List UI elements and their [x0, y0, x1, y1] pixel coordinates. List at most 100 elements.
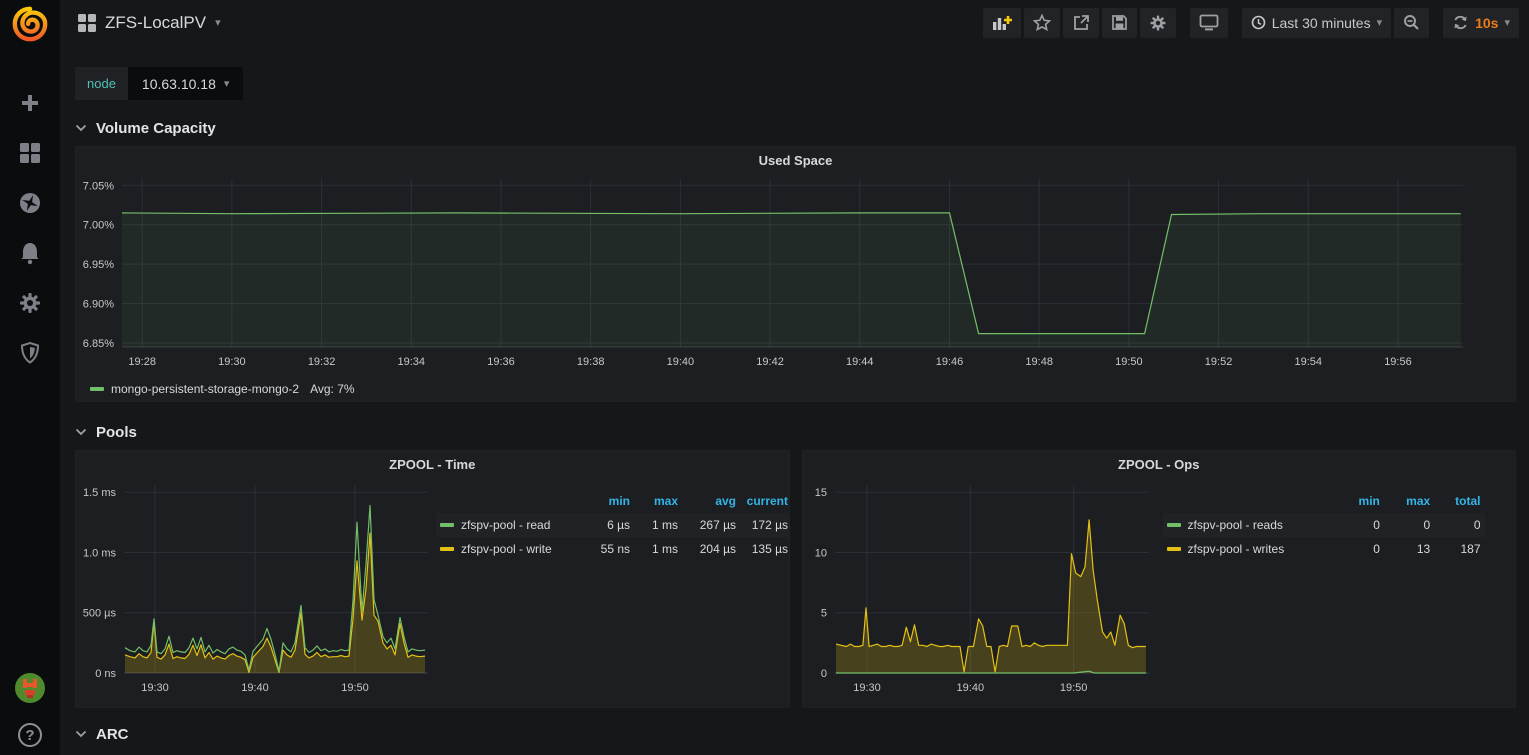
- svg-text:19:48: 19:48: [1025, 356, 1053, 368]
- value-min: 6 µs: [582, 513, 634, 537]
- panel-zpool-ops: ZPOOL - Ops 05101519:3019:4019:50 min ma…: [802, 450, 1517, 708]
- chevron-down-icon: [75, 428, 87, 436]
- panel-title-zpool-time[interactable]: ZPOOL - Time: [76, 451, 789, 475]
- used-space-legend: mongo-persistent-storage-mongo-2 Avg: 7%: [90, 382, 1515, 396]
- node-variable-value: 10.63.10.18: [142, 76, 216, 92]
- sidebar: ?: [0, 0, 60, 755]
- value-avg: 267 µs: [682, 513, 740, 537]
- panel-title-used-space[interactable]: Used Space: [76, 147, 1515, 171]
- template-variables-row: node 10.63.10.18 ▾: [75, 67, 1516, 100]
- panel-used-space: Used Space 6.85%6.90%6.95%7.00%7.05%19:2…: [75, 146, 1516, 402]
- panel-zpool-time: ZPOOL - Time 0 ns 500 µs 1.0 ms 1.5 ms 19:30…: [75, 450, 790, 708]
- svg-text:1.0 ms: 1.0 ms: [83, 547, 117, 559]
- series-name[interactable]: mongo-persistent-storage-mongo-2: [111, 382, 299, 396]
- svg-text:19:30: 19:30: [218, 356, 246, 368]
- value-min: 0: [1334, 513, 1384, 537]
- svg-text:19:32: 19:32: [308, 356, 336, 368]
- section-arc: ARC: [75, 724, 1516, 744]
- refresh-button[interactable]: 10s ▾: [1443, 8, 1519, 38]
- svg-text:1.5 ms: 1.5 ms: [83, 487, 117, 499]
- svg-text:0 ns: 0 ns: [95, 668, 116, 680]
- used-space-chart[interactable]: 6.85%6.90%6.95%7.00%7.05%19:2819:3019:32…: [76, 171, 1497, 373]
- node-variable-selector[interactable]: node 10.63.10.18 ▾: [75, 67, 243, 100]
- dashboard-content: node 10.63.10.18 ▾ Volume Capacity Used …: [60, 45, 1529, 755]
- svg-text:15: 15: [814, 487, 826, 499]
- dashboard-title-button[interactable]: ZFS-LocalPV ▾: [78, 13, 221, 33]
- legend-col-max[interactable]: max: [1384, 491, 1434, 513]
- value-total: 0: [1434, 513, 1484, 537]
- dashboards-icon[interactable]: [17, 140, 43, 166]
- add-panel-button[interactable]: [983, 8, 1021, 38]
- legend-col-avg[interactable]: avg: [682, 491, 740, 513]
- svg-text:19:42: 19:42: [756, 356, 784, 368]
- legend-col-current[interactable]: current: [740, 491, 789, 513]
- svg-text:19:50: 19:50: [1115, 356, 1143, 368]
- refresh-interval-label: 10s: [1475, 15, 1498, 31]
- svg-text:500 µs: 500 µs: [83, 608, 117, 620]
- dashboard-settings-gear-button[interactable]: [1140, 8, 1176, 38]
- zpool-time-chart[interactable]: 0 ns500 µs1.0 ms1.5 ms19:3019:4019:50: [76, 475, 436, 701]
- series-name[interactable]: zfspv-pool - writes: [1188, 542, 1285, 556]
- legend-row-write: zfspv-pool - write 55 ns 1 ms 204 µs 135…: [436, 537, 789, 561]
- section-pools: Pools ZPOOL - Time 0 ns 500 µs 1.0 ms 1.5 m…: [75, 422, 1516, 708]
- legend-col-max[interactable]: max: [634, 491, 682, 513]
- series-swatch: [90, 387, 104, 391]
- series-swatch: [440, 547, 454, 551]
- save-dashboard-button[interactable]: [1102, 8, 1137, 38]
- value-min: 55 ns: [582, 537, 634, 561]
- svg-text:19:50: 19:50: [341, 682, 369, 694]
- series-name[interactable]: zfspv-pool - read: [461, 518, 550, 532]
- svg-text:19:30: 19:30: [853, 682, 881, 694]
- cycle-view-tv-icon[interactable]: [1190, 8, 1228, 38]
- legend-header-row: min max total: [1163, 491, 1485, 513]
- server-admin-shield-icon[interactable]: [17, 340, 43, 366]
- series-name[interactable]: zfspv-pool - write: [461, 542, 552, 556]
- panel-title-zpool-ops[interactable]: ZPOOL - Ops: [803, 451, 1516, 475]
- explore-compass-icon[interactable]: [17, 190, 43, 216]
- chevron-down-icon: [75, 124, 87, 132]
- svg-text:19:28: 19:28: [128, 356, 156, 368]
- svg-text:6.90%: 6.90%: [83, 299, 114, 311]
- series-swatch: [1167, 547, 1181, 551]
- section-header-pools[interactable]: Pools: [75, 422, 1516, 442]
- svg-text:19:54: 19:54: [1295, 356, 1323, 368]
- chevron-down-icon: ▾: [215, 16, 221, 29]
- svg-text:19:52: 19:52: [1205, 356, 1233, 368]
- node-variable-label: node: [75, 67, 128, 100]
- chevron-down-icon: ▾: [1377, 16, 1383, 29]
- legend-row-writes: zfspv-pool - writes 0 13 187: [1163, 537, 1485, 561]
- series-name[interactable]: zfspv-pool - reads: [1188, 518, 1283, 532]
- legend-col-min[interactable]: min: [1334, 491, 1384, 513]
- legend-col-min[interactable]: min: [582, 491, 634, 513]
- star-dashboard-button[interactable]: [1024, 8, 1060, 38]
- svg-text:19:36: 19:36: [487, 356, 515, 368]
- value-max: 13: [1384, 537, 1434, 561]
- svg-text:19:38: 19:38: [577, 356, 605, 368]
- zoom-out-button[interactable]: [1394, 8, 1429, 38]
- help-icon[interactable]: ?: [18, 723, 42, 747]
- create-plus-icon[interactable]: [17, 90, 43, 116]
- zpool-time-legend: min max avg current zf: [436, 475, 789, 701]
- section-header-arc[interactable]: ARC: [75, 724, 1516, 744]
- user-avatar[interactable]: [14, 672, 46, 709]
- svg-text:19:30: 19:30: [141, 682, 169, 694]
- zpool-ops-chart[interactable]: 05101519:3019:4019:50: [803, 475, 1163, 701]
- configuration-gear-icon[interactable]: [17, 290, 43, 316]
- share-dashboard-button[interactable]: [1063, 8, 1099, 38]
- alerting-bell-icon[interactable]: [17, 240, 43, 266]
- svg-text:0: 0: [820, 668, 826, 680]
- svg-text:19:40: 19:40: [667, 356, 695, 368]
- svg-text:19:34: 19:34: [398, 356, 426, 368]
- svg-text:19:46: 19:46: [936, 356, 964, 368]
- legend-col-total[interactable]: total: [1434, 491, 1484, 513]
- time-range-picker[interactable]: Last 30 minutes ▾: [1242, 8, 1391, 38]
- clock-icon: [1251, 15, 1266, 30]
- svg-text:19:44: 19:44: [846, 356, 874, 368]
- chevron-down-icon: [75, 730, 87, 738]
- dashboard-squares-icon: [78, 14, 96, 32]
- section-header-volume-capacity[interactable]: Volume Capacity: [75, 118, 1516, 138]
- grafana-logo[interactable]: [8, 2, 52, 46]
- svg-text:5: 5: [820, 608, 826, 620]
- legend-row-reads: zfspv-pool - reads 0 0 0: [1163, 513, 1485, 537]
- value-avg: 204 µs: [682, 537, 740, 561]
